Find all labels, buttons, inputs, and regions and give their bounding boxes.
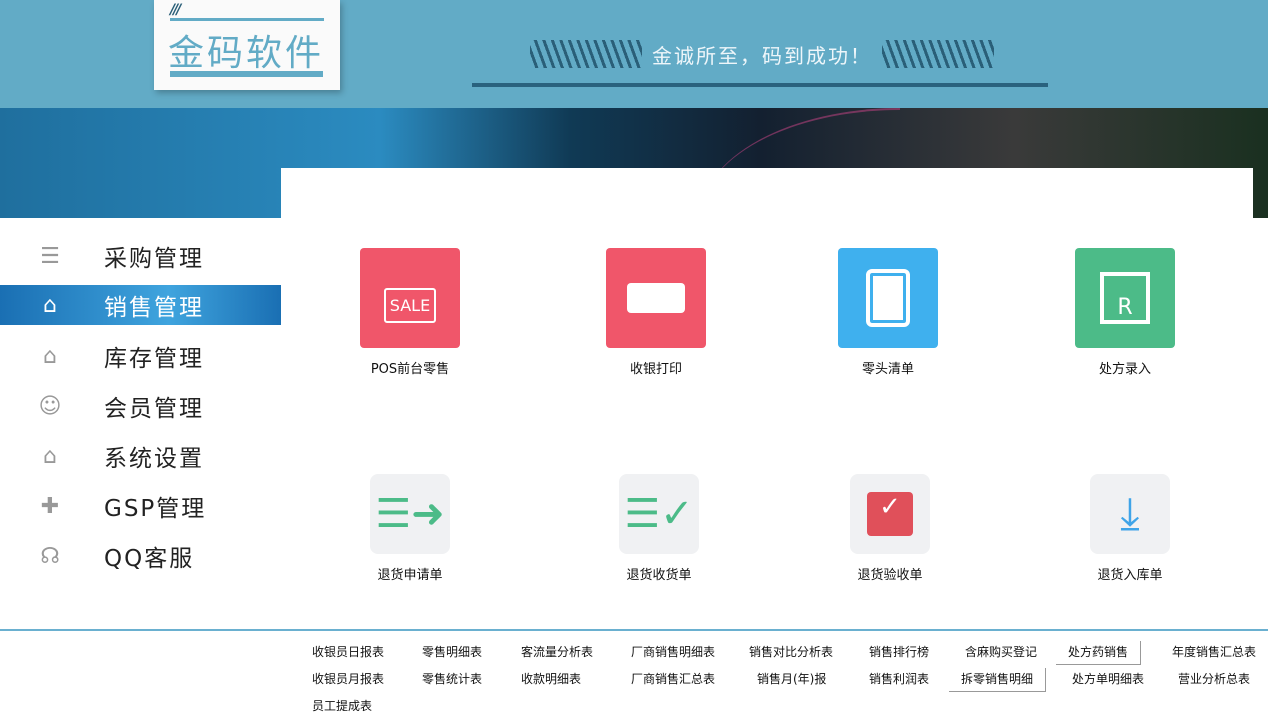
tile-label: 零头清单: [861, 362, 914, 377]
sidebar-item-1[interactable]: ⌂ 销售管理: [0, 285, 281, 325]
report-link[interactable]: 营业分析总表: [1178, 668, 1250, 692]
report-link[interactable]: 处方单明细表: [1072, 668, 1144, 692]
document-icon: ☰: [40, 243, 62, 269]
report-link[interactable]: 厂商销售明细表: [631, 641, 715, 665]
tile-label: 处方录入: [1098, 362, 1151, 377]
tile-sale-sign[interactable]: SALE POS前台零售: [310, 248, 510, 377]
tile-label: POS前台零售: [370, 362, 450, 377]
sidebar-item-label: QQ客服: [104, 546, 195, 572]
sidebar-item-2[interactable]: ⌂ 库存管理: [0, 336, 281, 376]
tile-label: 退货收货单: [626, 568, 692, 583]
sidebar-item-4[interactable]: ⌂ 系统设置: [0, 436, 281, 476]
report-link[interactable]: 零售统计表: [422, 668, 482, 692]
report-link[interactable]: 含麻购买登记: [965, 641, 1037, 665]
sidebar-item-5[interactable]: ✚ GSP管理: [0, 486, 281, 526]
report-link[interactable]: 销售利润表: [869, 668, 929, 692]
tile-calculator[interactable]: 零头清单: [788, 248, 988, 377]
sidebar-item-0[interactable]: ☰ 采购管理: [0, 236, 281, 276]
building-icon: ⌂: [43, 292, 59, 318]
tile-printer[interactable]: 收银打印: [556, 248, 756, 377]
report-link[interactable]: 客流量分析表: [521, 641, 593, 665]
slogan: 金诚所至，码到成功！: [530, 38, 994, 70]
sale-sign-icon: SALE: [360, 248, 460, 348]
list-arrow-icon: ☰➜: [370, 474, 450, 554]
tile-download[interactable]: ⤓ 退货入库单: [1030, 474, 1230, 583]
report-link[interactable]: 销售月(年)报: [757, 668, 826, 692]
tile-prescription[interactable]: R 处方录入: [1025, 248, 1225, 377]
sidebar-item-label: 系统设置: [104, 446, 204, 472]
tile-list-check[interactable]: ☰✓ 退货收货单: [559, 474, 759, 583]
medical-kit-icon: ✚: [40, 493, 62, 519]
sidebar-item-3[interactable]: ☺ 会员管理: [0, 386, 281, 426]
report-link[interactable]: 收款明细表: [521, 668, 581, 692]
sidebar-item-label: 库存管理: [104, 346, 204, 372]
tile-label: 退货入库单: [1097, 568, 1163, 583]
report-link[interactable]: 零售明细表: [422, 641, 482, 665]
prescription-icon: R: [1075, 248, 1175, 348]
report-link[interactable]: 销售排行榜: [869, 641, 929, 665]
list-check-icon: ☰✓: [619, 474, 699, 554]
printer-icon: [606, 248, 706, 348]
header: /// 金码软件 金诚所至，码到成功！: [0, 0, 1268, 108]
calculator-icon: [838, 248, 938, 348]
building-icon: ⌂: [43, 343, 59, 369]
report-link[interactable]: 处方药销售: [1056, 641, 1142, 665]
tile-list-arrow[interactable]: ☰➜ 退货申请单: [310, 474, 510, 583]
sidebar-item-label: 采购管理: [104, 246, 204, 272]
main-panel: SALE POS前台零售 收银打印 零头清单 R 处方录入 ☰➜ 退货申请单 ☰✓ 退货收货单 ✓ 退…: [281, 168, 1253, 630]
sidebar-item-6[interactable]: ☊ QQ客服: [0, 536, 281, 576]
report-links: 收银员日报表 零售明细表 客流量分析表 厂商销售明细表 销售对比分析表 销售排行榜 含麻购买…: [0, 629, 1268, 714]
sidebar-item-label: 销售管理: [104, 295, 204, 321]
report-link[interactable]: 厂商销售汇总表: [631, 668, 715, 692]
report-link[interactable]: 收银员日报表: [312, 641, 384, 665]
slogan-text: 金诚所至，码到成功！: [652, 43, 872, 68]
report-link[interactable]: 拆零销售明细: [949, 668, 1047, 692]
tile-label: 收银打印: [629, 362, 682, 377]
tile-label: 退货申请单: [377, 568, 443, 583]
report-link[interactable]: 年度销售汇总表: [1172, 641, 1256, 665]
tile-label: 退货验收单: [857, 568, 923, 583]
sidebar: ☰ 采购管理 ⌂ 销售管理 ⌂ 库存管理 ☺ 会员管理 ⌂ 系统设置 ✚ GSP管理 ☊ QQ客服: [0, 218, 281, 630]
inbox-check-icon: ✓: [850, 474, 930, 554]
member-icon: ☺: [38, 393, 64, 419]
report-link[interactable]: 销售对比分析表: [749, 641, 833, 665]
download-icon: ⤓: [1090, 474, 1170, 554]
sidebar-item-label: 会员管理: [104, 396, 204, 422]
sidebar-item-label: GSP管理: [104, 496, 207, 522]
logo-text: 金码软件: [168, 33, 325, 74]
report-link[interactable]: 收银员月报表: [312, 668, 384, 692]
logo: /// 金码软件: [154, 0, 340, 90]
report-link[interactable]: 员工提成表: [312, 695, 372, 719]
tile-inbox-check[interactable]: ✓ 退货验收单: [790, 474, 990, 583]
building-icon: ⌂: [43, 443, 59, 469]
headset-icon: ☊: [40, 543, 62, 569]
